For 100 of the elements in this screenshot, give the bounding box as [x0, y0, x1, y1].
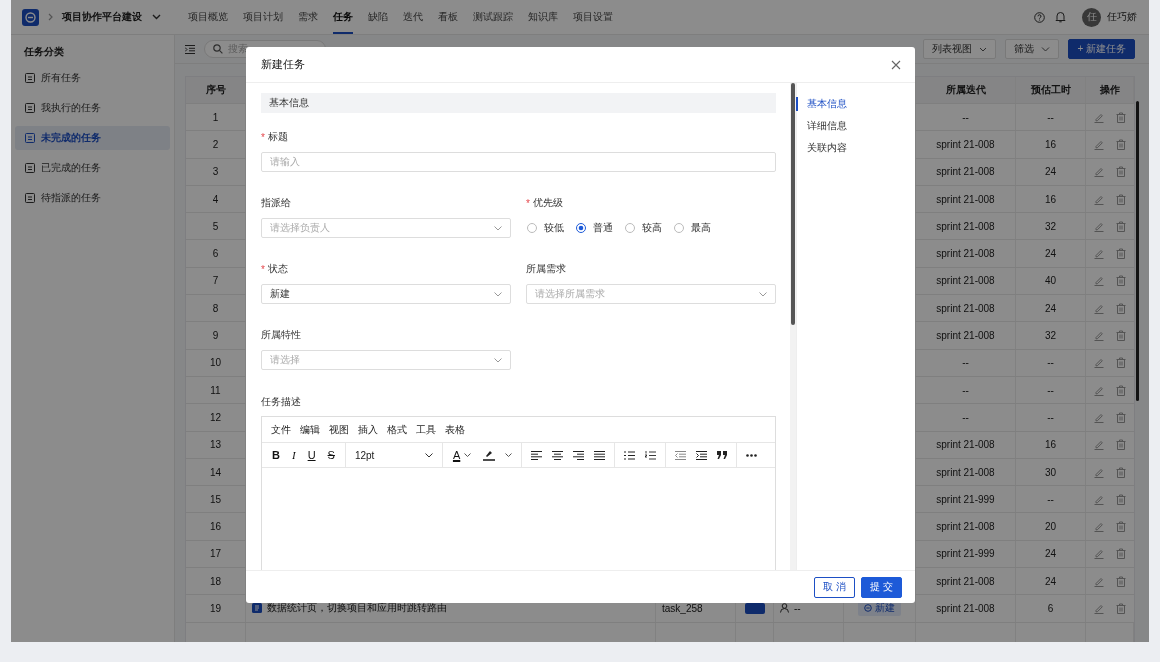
numbered-list-icon[interactable] [645, 450, 657, 460]
anchor-link[interactable]: 基本信息 [796, 97, 915, 111]
more-icon[interactable] [746, 453, 758, 457]
caret-icon[interactable] [505, 452, 513, 458]
bell-icon[interactable] [1055, 11, 1066, 23]
editor-menu-item[interactable]: 编辑 [300, 422, 320, 437]
radio-button[interactable] [576, 223, 586, 233]
edit-icon[interactable] [1094, 302, 1104, 314]
list-icon[interactable] [25, 133, 35, 143]
edit-icon[interactable] [1094, 248, 1104, 260]
edit-icon[interactable] [1094, 493, 1104, 505]
edit-icon[interactable] [1094, 521, 1104, 533]
nav-tab[interactable]: 测试跟踪 [473, 0, 513, 34]
edit-icon[interactable] [1094, 166, 1104, 178]
editor-menu-item[interactable]: 格式 [387, 422, 407, 437]
nav-tab[interactable]: 缺陷 [368, 0, 388, 34]
align-right-icon[interactable] [573, 450, 585, 460]
delete-icon[interactable] [1116, 411, 1126, 423]
nav-tab[interactable]: 知识库 [528, 0, 558, 34]
radio-label[interactable]: 普通 [593, 221, 613, 235]
filter-dropdown[interactable]: 筛选 [1005, 39, 1060, 59]
delete-icon[interactable] [1116, 302, 1126, 314]
edit-icon[interactable] [1094, 330, 1104, 341]
select-field[interactable]: 新建 [261, 284, 511, 304]
delete-icon[interactable] [1116, 138, 1126, 150]
list-icon[interactable] [25, 163, 35, 173]
user-avatar[interactable]: 任 [1082, 7, 1101, 27]
editor-menu-item[interactable]: 表格 [445, 422, 465, 437]
new-task-button[interactable]: + 新建任务 [1068, 39, 1135, 59]
delete-icon[interactable] [1116, 357, 1126, 369]
outdent-icon[interactable] [675, 450, 687, 460]
format-button[interactable]: S [326, 449, 336, 461]
caret-icon[interactable] [424, 452, 433, 458]
edit-icon[interactable] [1094, 575, 1104, 587]
editor-menu-item[interactable]: 工具 [416, 422, 436, 437]
radio-label[interactable]: 较高 [642, 221, 662, 235]
view-dropdown[interactable]: 列表视图 [923, 39, 997, 59]
sidebar-item[interactable]: 所有任务 [15, 66, 170, 90]
cancel-button[interactable]: 取 消 [814, 576, 856, 598]
caret-icon[interactable] [152, 14, 161, 20]
scrollbar-thumb[interactable] [1136, 101, 1139, 401]
delete-icon[interactable] [1116, 521, 1126, 533]
bullet-list-icon[interactable] [624, 450, 636, 460]
sidebar-item[interactable]: 我执行的任务 [15, 96, 170, 120]
format-button[interactable]: B [271, 449, 281, 461]
scrollbar-thumb[interactable] [791, 83, 795, 325]
submit-button[interactable]: 提 交 [861, 576, 902, 598]
delete-icon[interactable] [1116, 384, 1126, 396]
collapse-icon[interactable] [185, 44, 195, 54]
nav-tab[interactable]: 项目设置 [573, 0, 613, 34]
nav-tab[interactable]: 项目概览 [188, 0, 228, 34]
edit-icon[interactable] [1094, 220, 1104, 232]
close-icon[interactable] [891, 59, 901, 70]
delete-icon[interactable] [1116, 575, 1126, 587]
delete-icon[interactable] [1116, 193, 1126, 205]
radio-button[interactable] [674, 223, 684, 233]
delete-icon[interactable] [1116, 111, 1126, 123]
font-size-select[interactable]: 12pt [354, 449, 433, 461]
sidebar-item[interactable]: 已完成的任务 [15, 156, 170, 180]
anchor-link[interactable]: 关联内容 [796, 141, 915, 155]
justify-icon[interactable] [594, 450, 606, 460]
quote-icon[interactable] [717, 451, 728, 459]
nav-tab[interactable]: 需求 [298, 0, 318, 34]
delete-icon[interactable] [1116, 493, 1126, 505]
delete-icon[interactable] [1116, 603, 1126, 614]
anchor-link[interactable]: 详细信息 [796, 119, 915, 133]
radio-button[interactable] [625, 223, 635, 233]
delete-icon[interactable] [1116, 330, 1126, 341]
edit-icon[interactable] [1094, 111, 1104, 123]
delete-icon[interactable] [1116, 466, 1126, 478]
list-icon[interactable] [25, 103, 35, 113]
align-center-icon[interactable] [552, 450, 564, 460]
radio-label[interactable]: 较低 [544, 221, 564, 235]
align-left-icon[interactable] [531, 450, 543, 460]
edit-icon[interactable] [1094, 193, 1104, 205]
delete-icon[interactable] [1116, 166, 1126, 178]
radio-button[interactable] [527, 223, 537, 233]
user-name[interactable]: 任巧娇 [1107, 10, 1137, 24]
format-button[interactable]: I [290, 449, 297, 461]
edit-icon[interactable] [1094, 357, 1104, 369]
editor-menu-item[interactable]: 插入 [358, 422, 378, 437]
editor-menu-item[interactable]: 文件 [271, 422, 291, 437]
logo-icon[interactable] [22, 8, 39, 26]
format-button[interactable]: U [306, 449, 317, 461]
font-color-button[interactable]: A [451, 449, 462, 461]
edit-icon[interactable] [1094, 411, 1104, 423]
edit-icon[interactable] [1094, 138, 1104, 150]
list-icon[interactable] [25, 73, 35, 83]
delete-icon[interactable] [1116, 275, 1126, 287]
edit-icon[interactable] [1094, 548, 1104, 560]
edit-icon[interactable] [1094, 603, 1104, 614]
delete-icon[interactable] [1116, 548, 1126, 560]
indent-icon[interactable] [696, 450, 708, 460]
edit-icon[interactable] [1094, 466, 1104, 478]
editor-menu-item[interactable]: 视图 [329, 422, 349, 437]
project-name[interactable]: 项目协作平台建设 [62, 10, 142, 24]
delete-icon[interactable] [1116, 439, 1126, 451]
sidebar-item[interactable]: 待指派的任务 [15, 186, 170, 210]
sidebar-item[interactable]: 未完成的任务 [15, 126, 170, 150]
edit-icon[interactable] [1094, 275, 1104, 287]
